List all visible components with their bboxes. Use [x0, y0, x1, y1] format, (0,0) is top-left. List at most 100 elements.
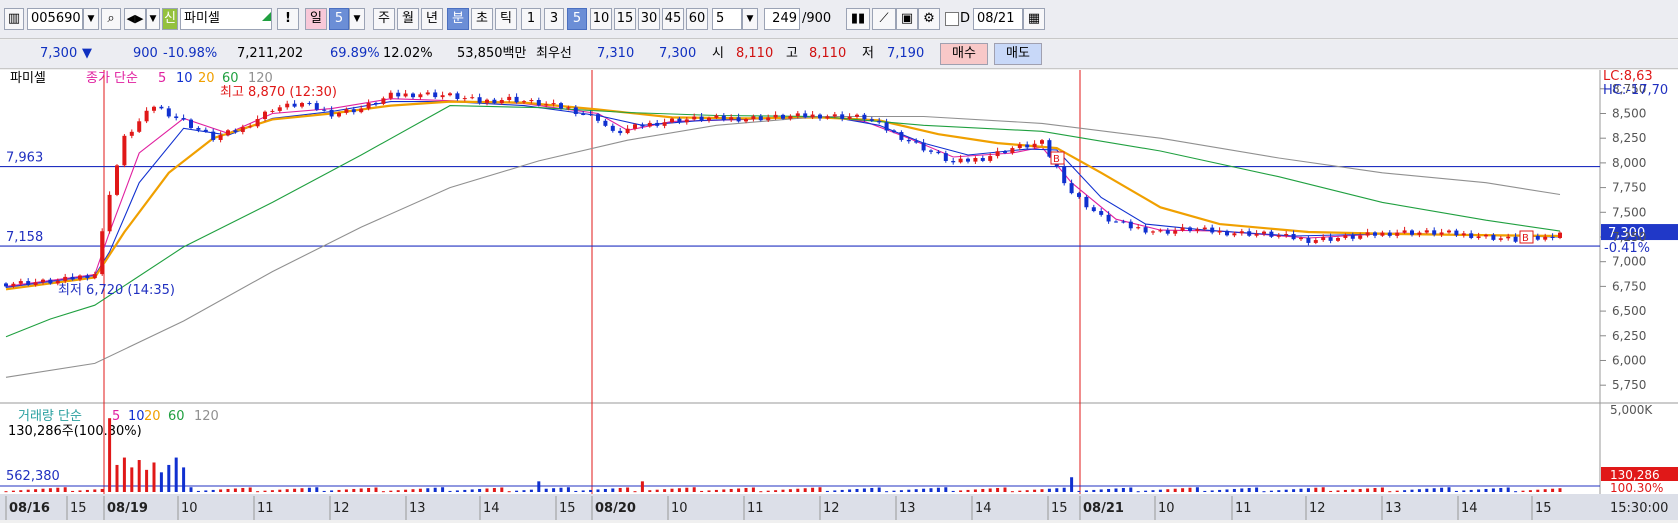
volume-bar — [211, 489, 215, 492]
volume-bar — [959, 490, 963, 492]
candle-body — [544, 104, 549, 106]
date-checkbox[interactable] — [945, 12, 959, 26]
candle-body — [1550, 236, 1555, 238]
tab-day[interactable]: 일 — [305, 8, 327, 30]
ma-line-5 — [5, 98, 1561, 287]
candle-body — [914, 141, 919, 143]
volume-bar — [1551, 488, 1555, 492]
volume-bar — [426, 488, 430, 492]
date-input[interactable]: 08/21 — [973, 8, 1023, 30]
interval-10[interactable]: 10 — [590, 8, 612, 30]
candle-type-icon[interactable]: ▮▮ — [846, 8, 870, 30]
interval-30[interactable]: 30 — [638, 8, 660, 30]
volume-bar — [559, 487, 563, 492]
search-icon[interactable]: ⌕ — [101, 8, 121, 30]
volume-bar — [840, 489, 844, 492]
name-field[interactable]: 파미셀 — [180, 8, 272, 30]
interval-60[interactable]: 60 — [686, 8, 708, 30]
tab-second[interactable]: 초 — [471, 8, 493, 30]
volume-bar — [404, 489, 408, 492]
max-note: 최고 8,870 (12:30) — [220, 85, 337, 100]
x-tick-label: 10 — [671, 501, 688, 516]
candle-body — [588, 114, 593, 116]
code-input[interactable]: 005690 — [27, 8, 83, 30]
volume-bar — [381, 491, 385, 493]
volume-bar — [122, 457, 126, 492]
day-count[interactable]: 5 — [329, 8, 349, 30]
candle-body — [1306, 237, 1311, 243]
price-change-pct: -10.98% — [163, 46, 218, 61]
candle-body — [470, 97, 475, 99]
interval-15[interactable]: 15 — [614, 8, 636, 30]
interval-3[interactable]: 3 — [544, 8, 564, 30]
candle-body — [736, 117, 741, 122]
candle-body — [1232, 233, 1237, 236]
volume-bar — [640, 481, 644, 492]
x-tick-label: 11 — [1235, 501, 1252, 516]
bid-price: 7,300 — [659, 46, 697, 61]
candle-body — [906, 139, 911, 142]
candle-body — [1498, 238, 1503, 240]
volume-bar — [1099, 489, 1103, 492]
open-label: 시 — [712, 46, 724, 61]
volume-bar — [1247, 487, 1251, 492]
line-tool-icon[interactable]: ⟋ — [872, 8, 896, 30]
volume-bar — [1181, 488, 1185, 492]
speaker-icon[interactable]: ◀▶ — [124, 8, 146, 30]
candle-body — [26, 281, 31, 285]
volume-bar — [833, 490, 837, 492]
tab-month[interactable]: 월 — [397, 8, 419, 30]
volume-bar — [389, 490, 393, 492]
tab-minute[interactable]: 분 — [447, 8, 469, 30]
volume-legend-period: 5 — [112, 409, 120, 424]
day-dropdown-icon[interactable]: ▼ — [349, 8, 365, 30]
tab-week[interactable]: 주 — [373, 8, 395, 30]
candle-body — [855, 114, 859, 117]
candle-body — [1469, 233, 1474, 238]
candle-body — [766, 117, 771, 121]
volume-bar — [448, 490, 452, 492]
candle-body — [1165, 230, 1170, 234]
volume-bar — [774, 490, 778, 492]
candle-body — [1269, 231, 1274, 237]
volume-legend-period: 10 — [128, 409, 145, 424]
save-icon[interactable]: ▣ — [896, 8, 918, 30]
interval-1[interactable]: 1 — [521, 8, 541, 30]
sell-button[interactable]: 매도 — [994, 43, 1042, 65]
unit-dropdown-icon[interactable]: ▼ — [742, 8, 758, 30]
candle-body — [1491, 234, 1496, 240]
buy-button[interactable]: 매수 — [940, 43, 988, 65]
candle-body — [877, 120, 882, 123]
volume-bar — [522, 490, 526, 492]
candle-body — [144, 110, 149, 122]
tab-tick[interactable]: 틱 — [495, 8, 517, 30]
candle-body — [70, 276, 75, 280]
candle-body — [226, 130, 230, 136]
speaker-dropdown-icon[interactable]: ▼ — [146, 8, 160, 30]
x-tick-label: 08/19 — [107, 501, 148, 516]
gear-icon[interactable]: ⚙ — [918, 8, 940, 30]
candle-body — [1328, 237, 1333, 241]
volume-bar — [485, 488, 489, 492]
code-dropdown-icon[interactable]: ▼ — [83, 8, 99, 30]
interval-5[interactable]: 5 — [567, 8, 587, 30]
name-corner-icon — [262, 12, 271, 21]
low-price: 7,190 — [887, 46, 925, 61]
volume-legend-period: 60 — [168, 409, 185, 424]
tab-year[interactable]: 년 — [421, 8, 443, 30]
interval-45[interactable]: 45 — [662, 8, 684, 30]
candle-body — [1188, 227, 1192, 231]
candle-body — [707, 117, 711, 121]
volume-bar — [655, 489, 659, 492]
volume-bar — [241, 487, 245, 492]
volume-bar — [1195, 487, 1199, 492]
x-tick-label: 15 — [559, 501, 576, 516]
layout-icon[interactable]: ▥ — [4, 8, 24, 30]
count-input[interactable]: 249 — [764, 8, 800, 30]
candle-body — [122, 135, 127, 166]
unit-input[interactable]: 5 — [712, 8, 742, 30]
volume-bar — [1321, 487, 1325, 492]
volume-bar — [507, 491, 511, 493]
alert-button[interactable]: ! — [277, 8, 299, 30]
calendar-icon[interactable]: ▦ — [1023, 8, 1045, 30]
